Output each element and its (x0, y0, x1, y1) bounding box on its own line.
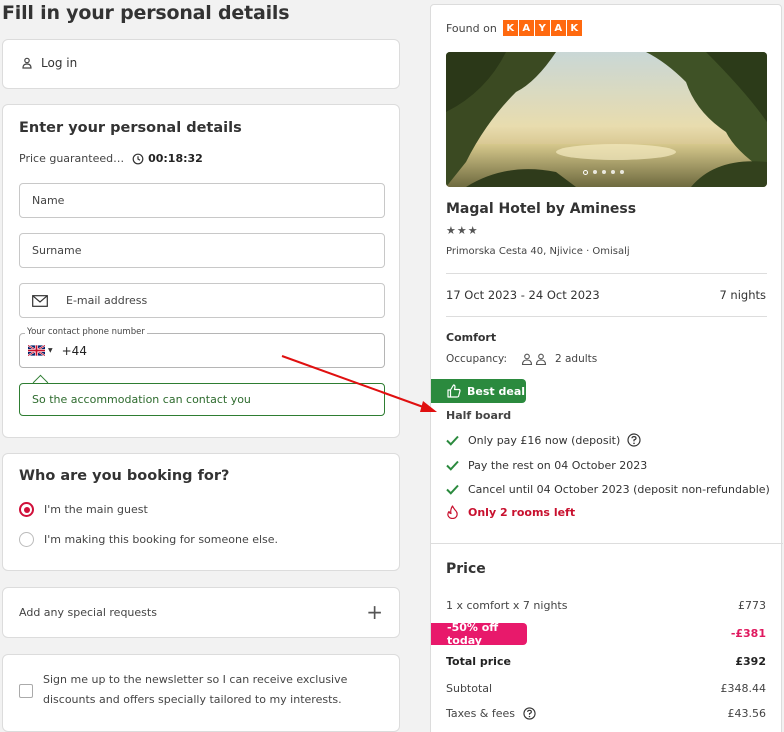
user-icon (22, 57, 32, 69)
date-range: 17 Oct 2023 - 24 Oct 2023 (446, 288, 600, 302)
section-heading: Enter your personal details (19, 120, 242, 136)
email-placeholder: E-mail address (66, 294, 148, 307)
phone-hint: So the accommodation can contact you (19, 383, 385, 416)
feature-deposit-text: Only pay £16 now (deposit) (468, 433, 621, 447)
price-heading: Price (446, 561, 486, 577)
room-type: Comfort (446, 331, 497, 344)
subtotal-label: Subtotal (446, 682, 493, 695)
thumbs-up-icon (447, 384, 461, 398)
phone-label: Your contact phone number (25, 327, 147, 337)
booking-for-card: Who are you booking for? I'm the main gu… (2, 453, 400, 571)
check-icon (446, 435, 459, 446)
personal-details-card: Enter your personal details Price guaran… (2, 104, 400, 438)
login-card[interactable]: Log in (2, 39, 400, 89)
plus-icon[interactable]: + (366, 602, 383, 622)
taxes-value: £43.56 (727, 707, 767, 720)
check-icon (446, 484, 459, 495)
help-icon[interactable] (627, 433, 641, 447)
people-icon (521, 353, 547, 365)
page-title: Fill in your personal details (2, 2, 290, 24)
divider (446, 273, 767, 274)
feature-cancel: Cancel until 04 October 2023 (deposit no… (446, 483, 770, 496)
taxes-row: Taxes & fees £43.56 (446, 707, 766, 720)
radio-unselected-icon[interactable] (19, 532, 34, 547)
feature-cancel-text: Cancel until 04 October 2023 (deposit no… (468, 483, 770, 496)
rooms-left-text: Only 2 rooms left (468, 505, 576, 519)
phone-field[interactable]: ▼ +44 (19, 333, 385, 368)
radio-someone-else-label[interactable]: I'm making this booking for someone else… (44, 533, 278, 546)
radio-someone-else[interactable]: I'm making this booking for someone else… (19, 532, 278, 547)
divider (431, 543, 783, 544)
hotel-name: Magal Hotel by Aminess (446, 201, 637, 217)
price-guaranteed-text: Price guaranteed… (19, 152, 125, 165)
found-on: Found on K A Y A K (446, 20, 582, 36)
clock-icon (132, 153, 144, 164)
discount-value: -£381 (730, 627, 766, 640)
booking-summary-panel: Found on K A Y A K Magal Hotel by Amines… (430, 4, 783, 732)
booking-for-heading: Who are you booking for? (19, 468, 230, 484)
best-deal-label: Best deal (467, 384, 526, 398)
newsletter-card: Sign me up to the newsletter so I can re… (2, 654, 400, 732)
found-on-text: Found on (446, 21, 497, 35)
email-field[interactable]: E-mail address (19, 283, 385, 318)
occupancy-value: 2 adults (554, 353, 598, 365)
surname-field[interactable]: Surname (19, 233, 385, 268)
name-placeholder: Name (32, 194, 65, 207)
price-guarantee: Price guaranteed… 00:18:32 (19, 152, 203, 165)
country-dropdown-icon[interactable]: ▼ (48, 347, 53, 354)
radio-selected-icon[interactable] (19, 502, 34, 517)
total-price-row: Total price £392 (446, 655, 766, 668)
carousel-dots[interactable] (583, 170, 624, 175)
help-icon[interactable] (523, 707, 536, 720)
taxes-label-group: Taxes & fees (446, 707, 536, 720)
check-icon (446, 460, 459, 471)
price-line-label: 1 x comfort x 7 nights (446, 599, 568, 612)
rooms-left: Only 2 rooms left (446, 505, 575, 519)
radio-main-guest[interactable]: I'm the main guest (19, 502, 148, 517)
best-deal-badge: Best deal (431, 379, 526, 403)
total-price-value: £392 (735, 655, 766, 668)
radio-main-guest-label[interactable]: I'm the main guest (44, 503, 148, 516)
hotel-photo[interactable] (446, 52, 767, 187)
kayak-logo: K A Y A K (502, 20, 582, 36)
board-type: Half board (446, 409, 512, 422)
feature-pay-rest: Pay the rest on 04 October 2023 (446, 459, 647, 472)
name-field[interactable]: Name (19, 183, 385, 218)
feature-deposit: Only pay £16 now (deposit) (446, 433, 650, 447)
price-line-value: £773 (738, 599, 766, 612)
stay-dates: 17 Oct 2023 - 24 Oct 2023 7 nights (446, 288, 766, 302)
hotel-address: Primorska Cesta 40, Njivice · Omisalj (446, 246, 630, 257)
flame-icon (447, 505, 458, 519)
login-link[interactable]: Log in (41, 56, 77, 70)
countdown-timer: 00:18:32 (148, 152, 203, 165)
total-price-label: Total price (446, 655, 511, 668)
feature-pay-rest-text: Pay the rest on 04 October 2023 (468, 459, 648, 472)
price-line: 1 x comfort x 7 nights £773 (446, 599, 766, 612)
newsletter-text: Sign me up to the newsletter so I can re… (43, 673, 348, 706)
star-rating: ★★★ (446, 224, 479, 237)
envelope-icon (32, 294, 48, 307)
phone-prefix[interactable]: +44 (62, 344, 87, 358)
taxes-label: Taxes & fees (446, 707, 516, 720)
newsletter-checkbox[interactable] (19, 684, 33, 698)
surname-placeholder: Surname (32, 244, 82, 257)
uk-flag-icon[interactable] (28, 345, 45, 356)
subtotal-value: £348.44 (720, 682, 767, 695)
special-requests-label[interactable]: Add any special requests (19, 606, 157, 619)
special-requests-card[interactable]: Add any special requests + (2, 587, 400, 638)
discount-badge: -50% off today (431, 621, 527, 647)
divider (446, 316, 767, 317)
occupancy: Occupancy: 2 adults (446, 353, 597, 365)
occupancy-label: Occupancy: (446, 353, 507, 365)
hotel-photo-image (446, 52, 767, 187)
nights-count: 7 nights (719, 288, 766, 302)
subtotal-row: Subtotal £348.44 (446, 682, 766, 695)
